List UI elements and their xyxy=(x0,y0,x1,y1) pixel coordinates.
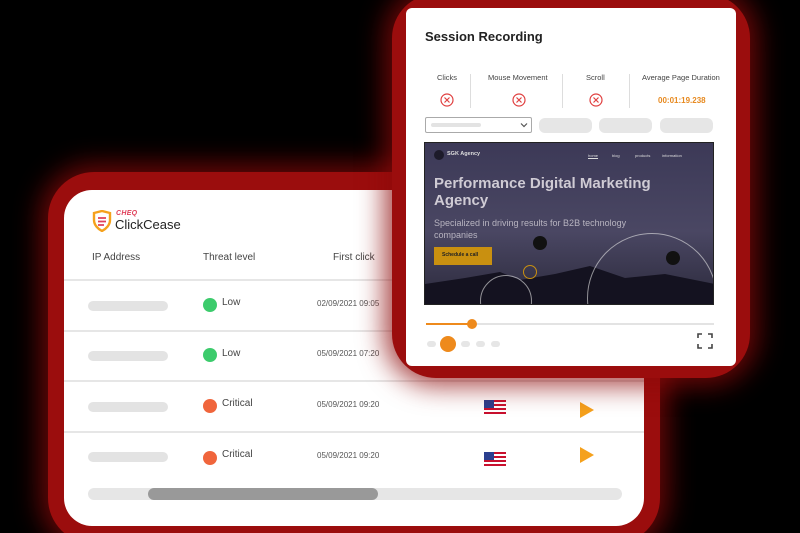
threat-level-label: Low xyxy=(222,297,241,308)
site-nav-home: home xyxy=(588,153,599,158)
replay-cursor-marker xyxy=(666,251,680,265)
select-placeholder xyxy=(431,123,481,127)
decorative-ring xyxy=(523,265,537,279)
play-recording-icon[interactable] xyxy=(580,402,594,418)
site-headline: Performance Digital Marketing Agency xyxy=(434,175,651,209)
ip-address-placeholder xyxy=(88,351,168,361)
brand-tag: CHEQ xyxy=(116,210,138,217)
first-click-date: 05/09/2021 07:20 xyxy=(317,349,380,358)
page-select-dropdown[interactable] xyxy=(425,117,532,133)
x-circle-icon xyxy=(589,93,603,107)
brand-name: ClickCease xyxy=(115,217,181,232)
site-nav-products: products xyxy=(635,153,651,158)
x-circle-icon xyxy=(440,93,454,107)
column-header-threat-level: Threat level xyxy=(203,252,256,263)
metric-label-scroll: Scroll xyxy=(586,73,605,82)
us-flag-icon xyxy=(484,400,506,414)
threat-status-dot xyxy=(203,298,217,312)
threat-level-label: Critical xyxy=(222,398,253,409)
ip-address-placeholder xyxy=(88,452,168,462)
row-divider xyxy=(64,380,644,382)
threat-status-dot xyxy=(203,451,217,465)
first-click-date: 02/09/2021 09:05 xyxy=(317,299,380,308)
metric-divider xyxy=(562,74,563,108)
playback-speed-option[interactable] xyxy=(427,341,436,347)
session-recording-title: Session Recording xyxy=(425,29,543,44)
clickcease-logo: CHEQ ClickCease xyxy=(92,210,192,232)
playback-progress-fill xyxy=(426,323,473,325)
threat-status-dot xyxy=(203,348,217,362)
threat-level-label: Critical xyxy=(222,449,253,460)
threat-status-dot xyxy=(203,399,217,413)
replay-cursor-marker xyxy=(533,236,547,250)
us-flag-icon xyxy=(484,452,506,466)
site-logo xyxy=(434,150,444,160)
decorative-ring xyxy=(587,233,713,304)
scrollbar-thumb[interactable] xyxy=(148,488,378,500)
ip-address-placeholder xyxy=(88,301,168,311)
session-recording-card: Session Recording Clicks Mouse Movement … xyxy=(406,8,736,366)
session-replay-viewport[interactable]: SGK Agency home blog products informatio… xyxy=(424,142,714,305)
first-click-date: 05/09/2021 09:20 xyxy=(317,451,380,460)
playback-speed-option[interactable] xyxy=(491,341,500,347)
play-recording-icon[interactable] xyxy=(580,447,594,463)
column-header-ip-address: IP Address xyxy=(92,252,141,263)
x-circle-icon xyxy=(512,93,526,107)
playback-scrubber-handle[interactable] xyxy=(467,319,478,329)
site-cta-button: Schedule a call xyxy=(434,247,492,265)
fullscreen-icon[interactable] xyxy=(697,333,713,349)
playback-progress-bar[interactable] xyxy=(426,319,714,329)
average-page-duration-value: 00:01:19.238 xyxy=(658,96,706,105)
site-nav-information: information xyxy=(662,153,682,158)
playback-speed-option[interactable] xyxy=(476,341,485,347)
site-nav-blog: blog xyxy=(612,153,620,158)
horizontal-scrollbar[interactable] xyxy=(88,488,622,500)
playback-speed-option[interactable] xyxy=(461,341,470,347)
playback-speed-active[interactable] xyxy=(440,336,456,352)
metric-label-clicks: Clicks xyxy=(437,73,457,82)
first-click-date: 05/09/2021 09:20 xyxy=(317,400,380,409)
metric-label-mouse-movement: Mouse Movement xyxy=(488,73,548,82)
shield-logo-icon xyxy=(92,210,112,232)
column-header-first-click: First click xyxy=(333,252,375,263)
filter-pill[interactable] xyxy=(539,118,592,133)
metric-divider xyxy=(629,74,630,108)
chevron-down-icon xyxy=(520,123,528,128)
row-divider xyxy=(64,431,644,433)
metric-label-average-page-duration: Average Page Duration xyxy=(642,73,720,82)
metric-divider xyxy=(470,74,471,108)
threat-level-label: Low xyxy=(222,348,241,359)
filter-pill[interactable] xyxy=(660,118,713,133)
filter-pill[interactable] xyxy=(599,118,652,133)
site-brand: SGK Agency xyxy=(447,151,481,157)
ip-address-placeholder xyxy=(88,402,168,412)
site-cta-label: Schedule a call xyxy=(442,252,479,258)
